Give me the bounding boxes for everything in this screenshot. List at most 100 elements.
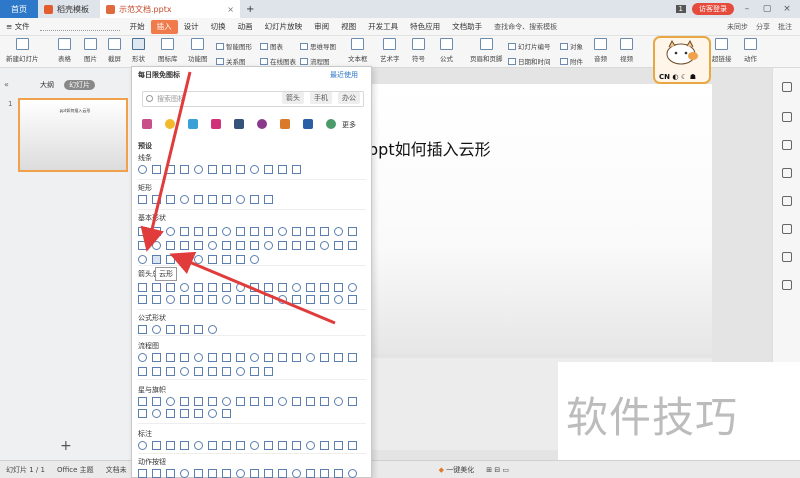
shape-item[interactable] (292, 295, 301, 304)
free-icon-8[interactable] (303, 119, 313, 129)
audio-button[interactable]: 音频 (594, 38, 607, 63)
shape-item[interactable] (152, 283, 161, 292)
free-icon-4[interactable] (211, 119, 221, 129)
shape-item[interactable] (138, 469, 147, 478)
maximize-icon[interactable]: ▢ (760, 4, 774, 14)
function-chart-button[interactable]: 功能图 (188, 38, 208, 63)
shape-item[interactable] (138, 295, 147, 304)
shape-item[interactable] (208, 469, 217, 478)
shape-item[interactable] (138, 325, 147, 334)
shape-item[interactable] (264, 397, 273, 406)
tab-document[interactable]: 示范文档.pptx × (100, 0, 240, 18)
chip-arrow[interactable]: 箭头 (282, 92, 304, 104)
table-button[interactable]: 表格 (58, 38, 71, 63)
shape-item[interactable] (194, 227, 203, 236)
shape-item[interactable] (138, 241, 147, 250)
shape-item[interactable] (320, 469, 329, 478)
shape-item[interactable] (334, 283, 343, 292)
new-slide-button[interactable]: 新建幻灯片 (6, 38, 39, 63)
shape-item[interactable] (334, 241, 343, 250)
shape-item[interactable] (348, 283, 357, 292)
view-icons[interactable]: ⊞ ⊟ ▭ (480, 466, 515, 474)
smartart-button[interactable]: 智能图形 (216, 41, 252, 51)
shape-item[interactable] (138, 441, 147, 450)
shape-item[interactable] (236, 227, 245, 236)
add-slide-button[interactable]: + (60, 438, 72, 454)
shape-item[interactable] (278, 295, 287, 304)
shape-item[interactable] (278, 353, 287, 362)
shape-item[interactable] (180, 255, 189, 264)
shape-item[interactable] (320, 441, 329, 450)
shape-item[interactable] (180, 241, 189, 250)
shape-item[interactable] (334, 295, 343, 304)
shape-item[interactable] (278, 283, 287, 292)
free-icon-6[interactable] (257, 119, 267, 129)
shape-item[interactable] (138, 227, 147, 236)
slide-number-button[interactable]: 幻灯片编号 (508, 41, 551, 51)
shape-item[interactable] (166, 227, 175, 236)
shape-item[interactable] (292, 283, 301, 292)
shape-item[interactable] (306, 241, 315, 250)
chip-office[interactable]: 办公 (338, 92, 360, 104)
shape-item[interactable] (166, 283, 175, 292)
shape-item[interactable] (348, 441, 357, 450)
free-icon-9[interactable] (326, 119, 336, 129)
shape-item[interactable] (208, 367, 217, 376)
shape-item[interactable] (306, 397, 315, 406)
shape-item[interactable] (306, 295, 315, 304)
shape-item[interactable] (208, 295, 217, 304)
share-button[interactable]: 分享 (756, 22, 770, 32)
menu-start[interactable]: 开始 (124, 20, 151, 34)
hyperlink-button[interactable]: 超链接 (712, 38, 732, 63)
tab-docer-template[interactable]: 稻壳模板 (38, 0, 100, 18)
shape-item[interactable] (180, 441, 189, 450)
shape-item[interactable] (138, 283, 147, 292)
header-footer-button[interactable]: 页眉和页脚 (470, 38, 503, 63)
attachment-button[interactable]: 附件 (560, 56, 583, 66)
slide-title[interactable]: ppt如何插入云形 (368, 136, 491, 160)
shape-item[interactable] (320, 227, 329, 236)
shape-item[interactable] (236, 367, 245, 376)
shape-item[interactable] (222, 227, 231, 236)
shape-item[interactable] (292, 227, 301, 236)
shape-item[interactable] (222, 165, 231, 174)
shape-item[interactable] (138, 397, 147, 406)
object-button[interactable]: 对象 (560, 41, 583, 51)
shape-item[interactable] (278, 227, 287, 236)
shape-item[interactable] (222, 255, 231, 264)
shape-item[interactable] (166, 165, 175, 174)
shape-item[interactable] (152, 367, 161, 376)
shape-item[interactable] (222, 397, 231, 406)
shape-item[interactable] (166, 409, 175, 418)
backup-icon[interactable] (782, 224, 792, 234)
free-icon-5[interactable] (234, 119, 244, 129)
shape-item[interactable] (180, 165, 189, 174)
icon-library-button[interactable]: 图标库 (158, 38, 178, 63)
online-chart-button[interactable]: 在线图表 (260, 56, 296, 66)
shape-item[interactable] (236, 441, 245, 450)
theme-name[interactable]: Office 主题 (51, 465, 100, 475)
shape-item[interactable] (222, 409, 231, 418)
property-icon[interactable] (782, 168, 792, 178)
shape-item[interactable] (166, 255, 175, 264)
shape-item[interactable] (292, 165, 301, 174)
shape-item[interactable] (222, 353, 231, 362)
shape-item[interactable] (250, 255, 259, 264)
command-search[interactable]: 查找命令、搜索模板 (494, 22, 557, 32)
collapse-icon[interactable] (782, 82, 792, 92)
menu-view[interactable]: 视图 (335, 20, 362, 34)
shape-item[interactable] (194, 409, 203, 418)
shape-item[interactable] (194, 241, 203, 250)
shape-item[interactable] (138, 409, 147, 418)
shape-item[interactable] (138, 367, 147, 376)
shape-item[interactable] (264, 241, 273, 250)
equation-button[interactable]: 公式 (440, 38, 453, 63)
textbox-button[interactable]: 文本框 (348, 38, 368, 63)
shape-item[interactable] (222, 295, 231, 304)
shape-item[interactable] (334, 227, 343, 236)
shape-item[interactable] (348, 227, 357, 236)
help-icon[interactable] (782, 280, 792, 290)
shape-item[interactable] (306, 441, 315, 450)
shape-item[interactable] (166, 469, 175, 478)
shape-item[interactable] (152, 165, 161, 174)
